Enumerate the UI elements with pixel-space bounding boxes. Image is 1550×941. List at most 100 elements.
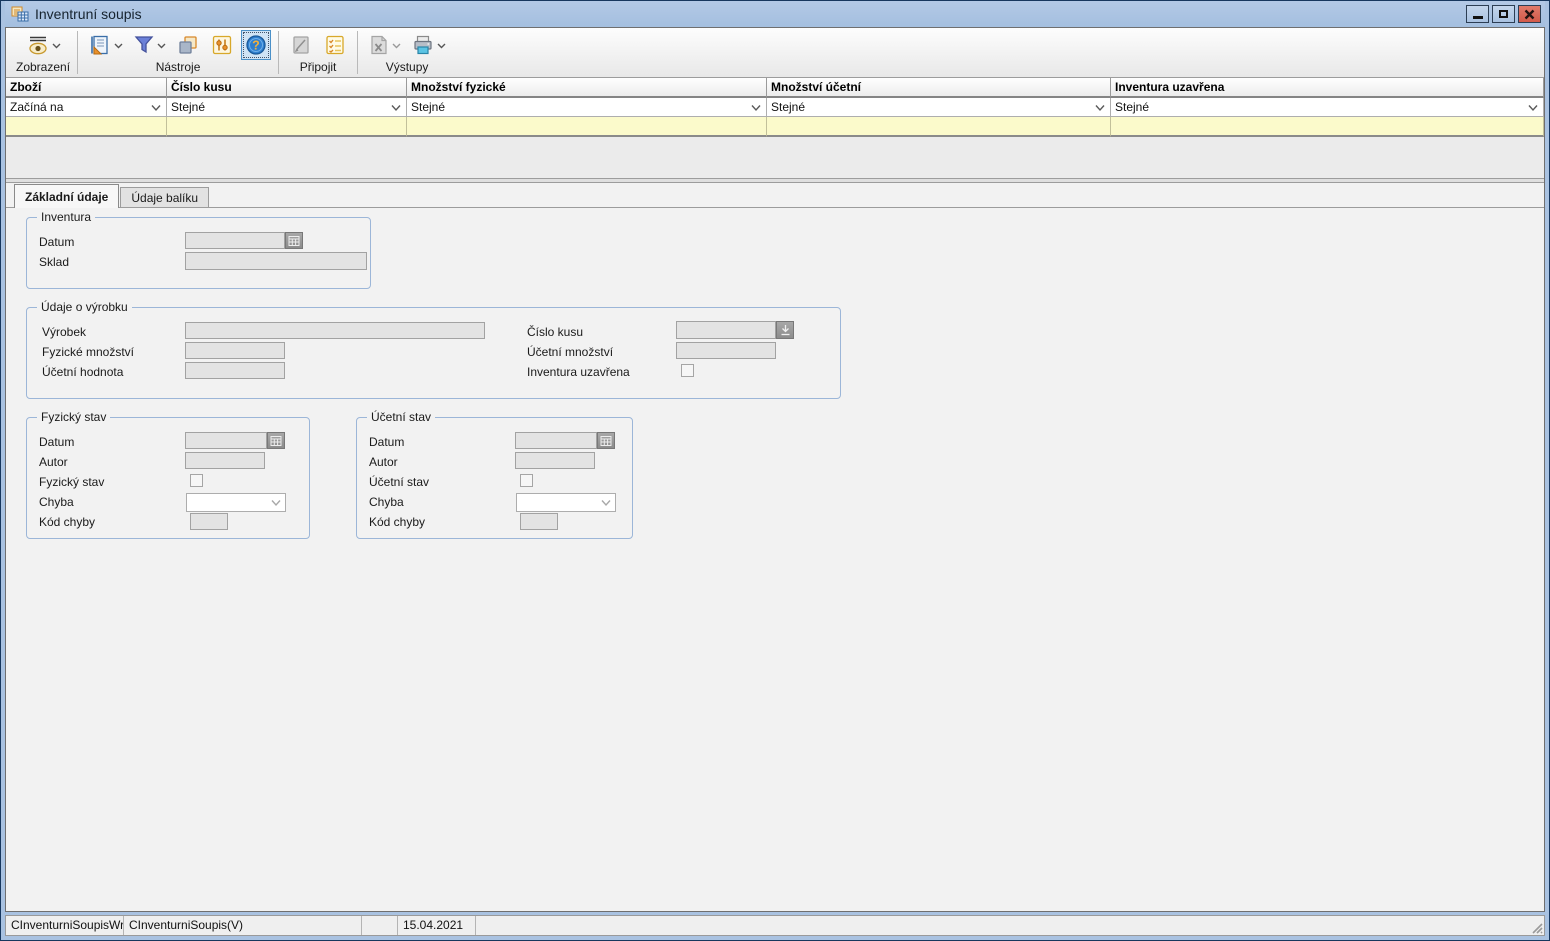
fyzicky-stav-kod-chyby-field — [190, 513, 228, 530]
copy-button[interactable] — [173, 30, 203, 60]
toolbar-group-label: Výstupy — [386, 60, 429, 76]
column-header-inventura-uzavrena[interactable]: Inventura uzavřena — [1111, 78, 1544, 98]
toolbar-group-label: Připojit — [300, 60, 337, 76]
form-area: Inventura Datum Sklad Údaje o výrobku — [6, 208, 1544, 911]
ucetni-stav-chyba-combo[interactable] — [516, 493, 616, 512]
vyrobek-field — [185, 322, 485, 339]
filter-operator-zbozi[interactable]: Začíná na — [6, 98, 167, 117]
inventura-datum-calendar-button — [285, 232, 303, 249]
autor-label: Autor — [39, 455, 68, 469]
groupbox-udaje-o-vyrobku: Údaje o výrobku Výrobek Fyzické množství… — [26, 307, 841, 399]
fyzicky-stav-chyba-combo[interactable] — [186, 493, 286, 512]
filter-grid: Zboží Číslo kusu Množství fyzické Množst… — [6, 78, 1544, 137]
calendar-icon — [600, 435, 612, 447]
operator-label: Začíná na — [10, 100, 63, 114]
view-button[interactable] — [23, 30, 64, 60]
checklist-button[interactable] — [320, 30, 350, 60]
datum-label: Datum — [39, 235, 74, 249]
chevron-down-icon — [751, 104, 761, 112]
chyba-label: Chyba — [39, 495, 74, 509]
chevron-down-icon — [437, 42, 446, 49]
ucetni-stav-datum-field — [515, 432, 597, 449]
filter-value-input-mnozstvi-fyzicke[interactable] — [407, 117, 766, 135]
view-icon — [26, 33, 50, 57]
minimize-button[interactable] — [1466, 5, 1489, 23]
window-controls — [1466, 5, 1541, 23]
vyrobek-label: Výrobek — [42, 325, 86, 339]
close-icon — [1524, 9, 1535, 20]
ucetni-stav-kod-chyby-field — [520, 513, 558, 530]
toolbar-group-label: Zobrazení — [16, 60, 70, 76]
fyzicky-stav-autor-field — [185, 452, 265, 469]
filter-operator-mnozstvi-ucetni[interactable]: Stejné — [767, 98, 1111, 117]
ucetni-stav-checkbox — [520, 474, 533, 487]
filter-value-input-zbozi[interactable] — [6, 117, 166, 135]
kod-chyby-label: Kód chyby — [369, 515, 425, 529]
statusbar-cell-wrapper-class: CInventurniSoupisWrap — [6, 916, 124, 935]
fyzicky-stav-datum-calendar-button — [267, 432, 285, 449]
print-icon — [411, 33, 435, 57]
toolbar-group-vystupy: Výstupy — [359, 28, 455, 77]
svg-text:?: ? — [252, 39, 260, 53]
print-button[interactable] — [408, 30, 449, 60]
chevron-down-icon — [601, 499, 611, 507]
close-button[interactable] — [1518, 5, 1541, 23]
column-header-zbozi[interactable]: Zboží — [6, 78, 167, 98]
operator-label: Stejné — [1115, 100, 1149, 114]
notebook-settings-icon — [88, 33, 112, 57]
filter-operator-cislo-kusu[interactable]: Stejné — [167, 98, 407, 117]
column-header-cislo-kusu[interactable]: Číslo kusu — [167, 78, 407, 98]
resize-grip[interactable] — [1530, 921, 1543, 934]
tab-zakladni-udaje[interactable]: Základní údaje — [14, 184, 119, 208]
statusbar-cell-empty — [362, 916, 398, 935]
toolbar-group-label: Nástroje — [156, 60, 201, 76]
window-title: Inventruní soupis — [35, 6, 1466, 22]
filter-button[interactable] — [130, 30, 169, 60]
export-excel-icon — [368, 33, 390, 57]
cislo-kusu-pick-button — [776, 321, 794, 339]
chevron-down-icon — [271, 499, 281, 507]
calendar-icon — [270, 435, 282, 447]
fyzicky-stav-checkbox — [190, 474, 203, 487]
titlebar: Inventruní soupis — [5, 1, 1545, 27]
toolbar-group-zobrazeni: Zobrazení — [10, 28, 76, 77]
notebook-settings-button[interactable] — [85, 30, 126, 60]
filter-operator-mnozstvi-fyzicke[interactable]: Stejné — [407, 98, 767, 117]
filter-operator-inventura-uzavrena[interactable]: Stejné — [1111, 98, 1544, 117]
ucetni-hodnota-label: Účetní hodnota — [42, 365, 123, 379]
inventura-sklad-field — [185, 252, 367, 270]
inventura-uzavrena-label: Inventura uzavřena — [527, 365, 630, 379]
statusbar-cell-spacer — [476, 916, 1544, 935]
filter-value-input-cislo-kusu[interactable] — [167, 117, 406, 135]
app-icon — [11, 6, 29, 22]
column-header-mnozstvi-ucetni[interactable]: Množství účetní — [767, 78, 1111, 98]
chevron-down-icon — [52, 42, 61, 49]
groupbox-title: Fyzický stav — [37, 410, 110, 424]
filter-operator-row: Začíná na Stejné Stejné Stejné Stejné — [6, 98, 1544, 117]
results-grid — [6, 137, 1544, 179]
fyzicke-mnozstvi-field — [185, 342, 285, 359]
autor-label: Autor — [369, 455, 398, 469]
settings-sliders-button[interactable] — [207, 30, 237, 60]
operator-label: Stejné — [411, 100, 445, 114]
filter-value-input-inventura-uzavrena[interactable] — [1111, 117, 1543, 135]
statusbar-cell-date: 15.04.2021 — [398, 916, 476, 935]
maximize-button[interactable] — [1492, 5, 1515, 23]
toolbar-separator — [77, 31, 78, 74]
help-button[interactable]: ? — [241, 30, 271, 60]
column-header-mnozstvi-fyzicke[interactable]: Množství fyzické — [407, 78, 767, 98]
inventura-uzavrena-checkbox — [681, 364, 694, 377]
copy-icon — [176, 33, 200, 57]
settings-sliders-icon — [210, 33, 234, 57]
tab-udaje-baliku[interactable]: Údaje balíku — [120, 187, 209, 207]
sklad-label: Sklad — [39, 255, 69, 269]
filter-value-input-mnozstvi-ucetni[interactable] — [767, 117, 1110, 135]
calendar-icon — [288, 235, 300, 247]
groupbox-ucetni-stav: Účetní stav Datum Autor Účetní stav Chyb… — [356, 417, 633, 539]
cislo-kusu-label: Číslo kusu — [527, 325, 583, 339]
export-excel-button — [365, 30, 404, 60]
fyzicky-stav-datum-field — [185, 432, 267, 449]
datum-label: Datum — [369, 435, 404, 449]
help-icon: ? — [244, 33, 268, 57]
maximize-icon — [1499, 10, 1508, 18]
